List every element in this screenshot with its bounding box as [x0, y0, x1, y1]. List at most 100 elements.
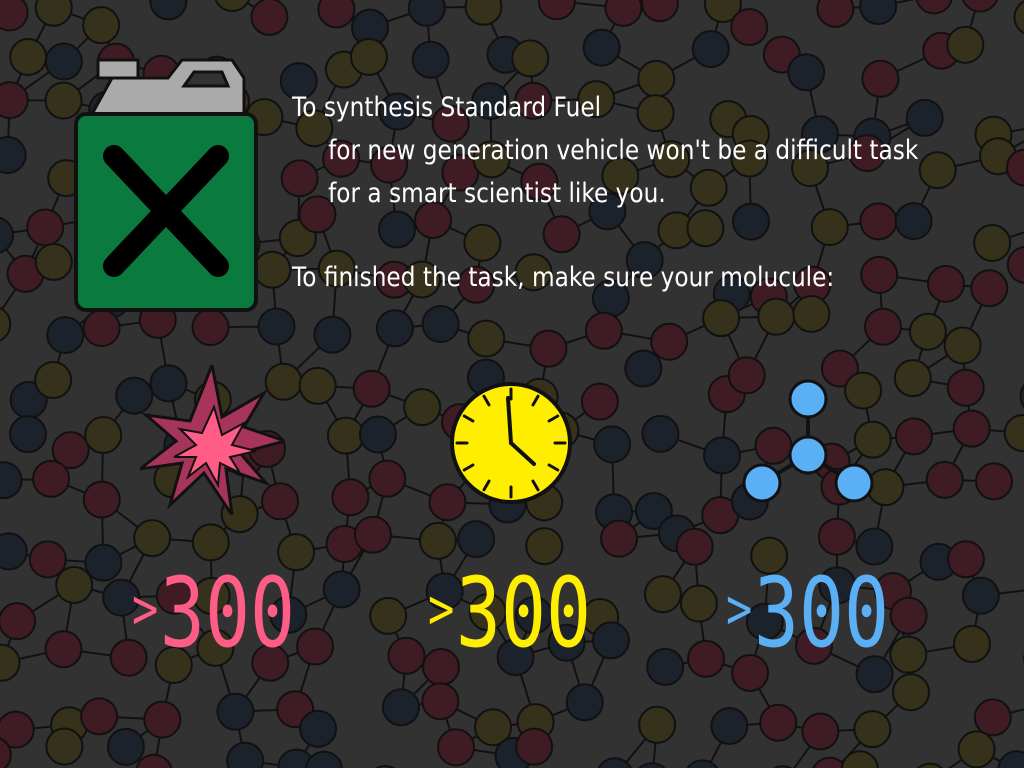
size-value: 300 — [753, 557, 890, 669]
background-atom — [457, 520, 496, 559]
background-atom — [640, 0, 679, 23]
background-atom — [997, 750, 1024, 768]
background-atom — [0, 0, 29, 32]
background-atom — [369, 596, 408, 635]
background-atom — [403, 388, 442, 427]
background-atom — [353, 515, 392, 554]
background-atom — [407, 0, 446, 27]
power-value: 300 — [159, 557, 296, 669]
time-value: 300 — [455, 557, 592, 669]
background-atom — [946, 368, 985, 407]
background-atom — [638, 705, 677, 744]
description-line-2: for new generation vehicle won't be a di… — [328, 135, 919, 166]
background-atom — [26, 208, 65, 247]
description-line-1: To synthesis Standard Fuel — [292, 92, 602, 123]
background-atom — [84, 543, 123, 582]
background-atom — [298, 366, 337, 405]
background-atom — [889, 635, 928, 674]
background-atom — [859, 0, 898, 26]
background-atom — [894, 417, 933, 456]
background-atom — [82, 480, 121, 519]
background-atom — [358, 415, 397, 454]
background-atom — [421, 682, 460, 721]
background-atom — [331, 478, 370, 517]
background-atom — [387, 636, 426, 675]
background-atom — [973, 698, 1012, 737]
background-atom — [381, 688, 420, 727]
background-atom — [757, 297, 796, 336]
background-atom — [84, 416, 123, 455]
background-atom — [1003, 414, 1024, 453]
background-atom — [515, 727, 554, 766]
background-atom — [591, 621, 630, 660]
power-requirement: >300 — [132, 555, 295, 668]
background-atom — [0, 461, 23, 500]
background-atom — [34, 243, 73, 282]
task-description: To synthesis Standard Fuel for new gener… — [292, 86, 919, 299]
background-atom — [679, 584, 718, 623]
description-line-4: To finished the task, make sure your mol… — [292, 262, 835, 293]
background-atom — [792, 295, 831, 334]
background-atom — [643, 575, 682, 614]
background-atom — [296, 627, 335, 666]
background-atom — [840, 750, 879, 768]
background-atom — [624, 349, 663, 388]
description-line-3: for a smart scientist like you. — [328, 178, 666, 209]
fuel-can-icon — [74, 58, 258, 312]
background-atom — [641, 414, 680, 453]
background-atom — [646, 647, 685, 686]
background-atom — [0, 81, 29, 120]
background-atom — [915, 0, 953, 15]
greater-than-symbol: > — [132, 577, 159, 642]
background-atom — [1006, 245, 1024, 284]
background-atom — [214, 0, 250, 13]
clock-icon — [450, 382, 572, 504]
background-atom — [0, 216, 15, 254]
background-atom — [0, 602, 37, 641]
size-requirement: >300 — [726, 555, 889, 668]
background-atom — [368, 459, 407, 498]
background-atom — [32, 459, 71, 498]
background-atom — [926, 264, 965, 303]
background-atom — [675, 527, 714, 566]
background-atom — [352, 369, 391, 408]
background-atom — [957, 730, 996, 768]
background-atom — [894, 202, 933, 241]
background-atom — [787, 53, 826, 92]
background-atom — [106, 727, 145, 766]
background-atom — [0, 306, 12, 342]
background-atom — [529, 329, 568, 368]
background-atom — [801, 712, 840, 751]
background-atom — [703, 436, 742, 475]
background-atom — [511, 39, 550, 78]
background-atom — [604, 0, 643, 27]
background-atom — [226, 741, 265, 768]
background-atom — [149, 0, 188, 21]
background-atom — [702, 299, 741, 338]
background-atom — [34, 0, 73, 27]
background-atom — [599, 519, 638, 558]
background-atom — [952, 624, 991, 663]
background-atom — [925, 460, 964, 499]
background-atom — [299, 709, 338, 748]
background-atom — [853, 710, 892, 749]
background-atom — [411, 40, 450, 79]
background-atom — [891, 673, 930, 712]
background-atom — [710, 707, 749, 746]
background-atom — [565, 683, 604, 722]
background-atom — [82, 309, 121, 348]
background-atom — [962, 0, 998, 13]
background-atom — [961, 576, 1000, 615]
background-atom — [916, 762, 944, 768]
background-atom — [918, 151, 957, 190]
background-atom — [759, 703, 798, 742]
background-atom — [45, 727, 84, 766]
background-atom — [0, 136, 27, 175]
background-atom — [730, 8, 769, 47]
background-atom — [0, 532, 28, 571]
background-atom — [421, 305, 460, 344]
background-atom — [593, 425, 632, 464]
background-atom — [8, 415, 47, 454]
background-atom — [816, 0, 855, 28]
background-atom — [216, 692, 255, 731]
